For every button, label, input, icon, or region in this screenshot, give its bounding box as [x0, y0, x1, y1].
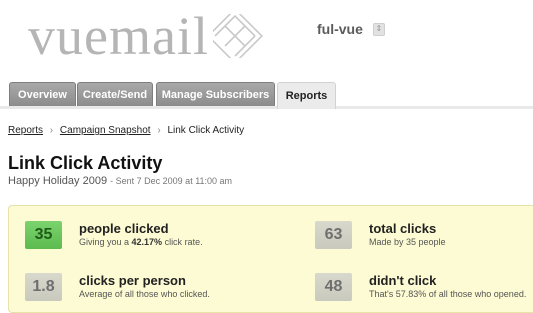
stat-clicks-per-person: 1.8 clicks per person Average of all tho…	[25, 273, 210, 301]
people-clicked-title: people clicked	[79, 221, 169, 236]
page-title: Link Click Activity	[8, 153, 163, 173]
tab-underline	[0, 106, 533, 109]
sent-info: - Sent 7 Dec 2009 at 11:00 am	[110, 176, 233, 186]
people-clicked-desc-suffix: click rate.	[162, 237, 203, 247]
stats-panel: 35 people clicked Giving you a 42.17% cl…	[8, 205, 533, 313]
stat-people-clicked: 35 people clicked Giving you a 42.17% cl…	[25, 221, 203, 249]
didnt-click-description: That's 57.83% of all those who opened.	[369, 289, 527, 299]
stat-total-clicks: 63 total clicks Made by 35 people	[315, 221, 446, 249]
total-clicks-value: 63	[315, 221, 352, 249]
didnt-click-text: didn't click That's 57.83% of all those …	[369, 273, 526, 301]
tab-manage-subscribers[interactable]: Manage Subscribers	[156, 82, 275, 106]
breadcrumb-separator: ›	[157, 125, 161, 136]
breadcrumb: Reports › Campaign Snapshot › Link Click…	[8, 125, 244, 136]
tab-overview[interactable]: Overview	[9, 82, 76, 106]
didnt-click-title: didn't click	[369, 273, 437, 288]
tab-create-send[interactable]: Create/Send	[77, 82, 153, 106]
campaign-subtitle: Happy Holiday 2009 - Sent 7 Dec 2009 at …	[8, 175, 232, 187]
tab-reports[interactable]: Reports	[277, 82, 336, 109]
header: vuemail ful-vue ⇕	[0, 0, 533, 80]
breadcrumb-campaign-snapshot-link[interactable]: Campaign Snapshot	[60, 125, 151, 136]
total-clicks-text: total clicks Made by 35 people	[369, 221, 446, 249]
clicks-per-person-text: clicks per person Average of all those w…	[79, 273, 210, 301]
breadcrumb-separator: ›	[49, 125, 54, 136]
stat-didnt-click: 48 didn't click That's 57.83% of all tho…	[315, 273, 526, 301]
envelope-logo-icon	[206, 7, 265, 64]
didnt-click-value: 48	[315, 273, 352, 301]
people-clicked-description: Giving you a 42.17% click rate.	[79, 236, 203, 249]
people-clicked-value: 35	[25, 221, 62, 249]
clicks-per-person-description: Average of all those who clicked.	[79, 289, 210, 299]
account-name: ful-vue	[317, 21, 363, 37]
clicks-per-person-value: 1.8	[25, 273, 62, 301]
vuemail-logo[interactable]: vuemail	[28, 6, 265, 66]
breadcrumb-current: Link Click Activity	[167, 125, 245, 136]
clicks-per-person-title: clicks per person	[79, 273, 186, 288]
logo-text: vuemail	[28, 6, 209, 66]
main-tabs: Overview Create/Send Manage Subscribers …	[0, 82, 533, 109]
people-clicked-desc-prefix: Giving you a	[79, 237, 132, 247]
up-down-arrows-icon[interactable]: ⇕	[372, 22, 385, 36]
people-clicked-text: people clicked Giving you a 42.17% click…	[79, 221, 203, 249]
breadcrumb-reports-link[interactable]: Reports	[8, 125, 43, 136]
total-clicks-description: Made by 35 people	[369, 237, 446, 247]
campaign-name: Happy Holiday 2009	[8, 175, 108, 187]
total-clicks-title: total clicks	[369, 221, 437, 236]
account-switcher[interactable]: ful-vue ⇕	[317, 21, 385, 37]
click-rate-value: 42.17%	[131, 237, 163, 247]
